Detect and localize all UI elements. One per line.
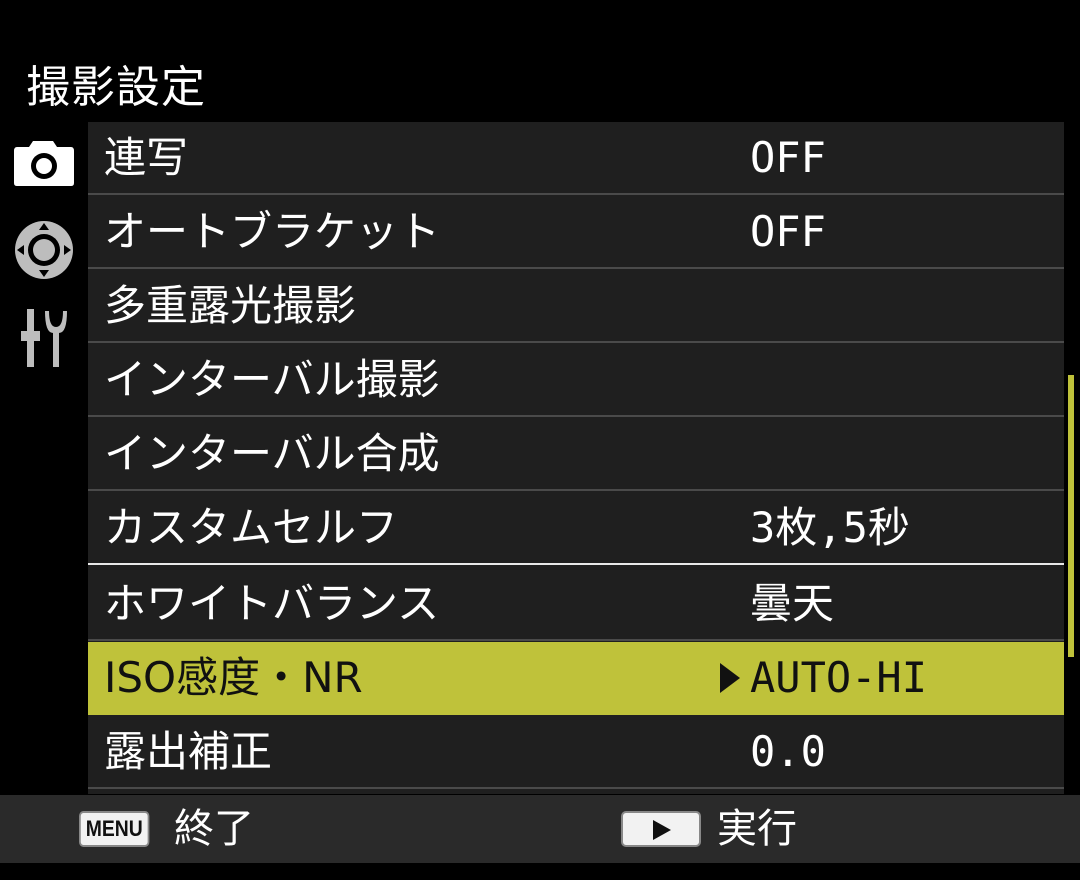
- menu-item-label: 多重露光撮影: [104, 281, 357, 330]
- menu-item-value: 曇天: [750, 579, 835, 628]
- menu-item-label: オートブラケット: [104, 207, 441, 256]
- menu-item-value: 0.0: [750, 727, 826, 776]
- menu-item-value: AUTO-HI: [750, 653, 928, 702]
- playback-dial-icon: [15, 221, 73, 279]
- menu-item-value: OFF: [750, 133, 826, 182]
- menu-item-label: 連写: [104, 133, 189, 182]
- camera-icon: [14, 141, 74, 186]
- tools-icon: [21, 309, 67, 367]
- menu-item-auto-bracket[interactable]: オートブラケット OFF: [88, 196, 1064, 269]
- submenu-arrow-icon: [720, 663, 740, 693]
- menu-item-value: 3枚,5秒: [750, 503, 910, 552]
- execute-label: 実行: [717, 806, 797, 852]
- exit-label: 終了: [174, 806, 254, 852]
- menu-item-label: ホワイトバランス: [104, 579, 440, 628]
- menu-item-interval-composite[interactable]: インターバル合成: [88, 418, 1064, 491]
- scrollbar-thumb[interactable]: [1068, 375, 1074, 657]
- menu-item-custom-self-timer[interactable]: カスタムセルフ 3枚,5秒: [88, 492, 1064, 565]
- menu-item-exposure-compensation[interactable]: 露出補正 0.0: [88, 716, 1064, 789]
- menu-key-button[interactable]: MENU: [79, 811, 150, 847]
- menu-item-interval-shooting[interactable]: インターバル撮影: [88, 344, 1064, 417]
- menu-item-multi-exposure[interactable]: 多重露光撮影: [88, 270, 1064, 343]
- tab-shooting[interactable]: [12, 130, 76, 194]
- menu-item-label: インターバル撮影: [104, 355, 440, 404]
- menu-item-continuous-shooting[interactable]: 連写 OFF: [88, 122, 1064, 195]
- page-title: 撮影設定: [26, 62, 206, 113]
- tab-playback[interactable]: [12, 218, 76, 282]
- menu-item-white-balance[interactable]: ホワイトバランス 曇天: [88, 568, 1064, 641]
- menu-item-value: OFF: [750, 207, 826, 256]
- footer-bar: MENU 終了 実行: [0, 795, 1080, 863]
- menu-item-label: インターバル合成: [104, 429, 440, 478]
- tab-setup[interactable]: [12, 306, 76, 370]
- play-key-button[interactable]: [621, 811, 701, 847]
- menu-item-iso-nr[interactable]: ISO感度・NR AUTO-HI: [88, 642, 1064, 715]
- menu-list: 連写 OFF オートブラケット OFF 多重露光撮影 インターバル撮影 インター…: [88, 122, 1064, 794]
- play-icon: [653, 820, 671, 840]
- menu-item-label: カスタムセルフ: [104, 503, 399, 552]
- menu-item-label: 露出補正: [104, 727, 273, 776]
- menu-item-label: ISO感度・NR: [104, 653, 363, 702]
